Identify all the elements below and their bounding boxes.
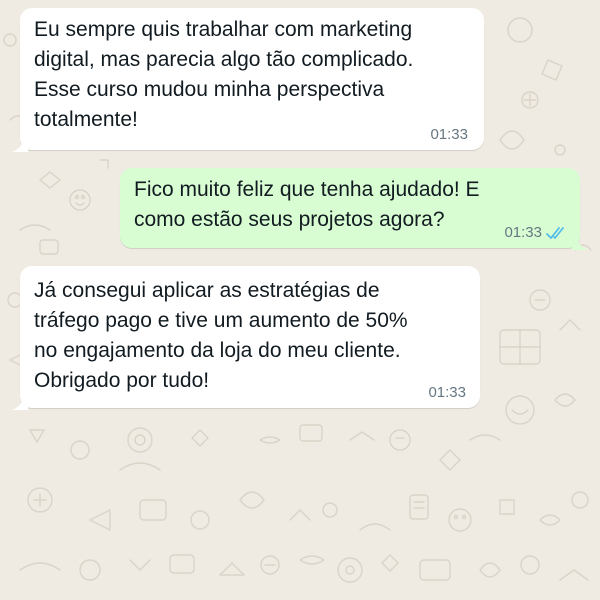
bubble-tail-icon [572,236,588,250]
message-meta: 01:33 [428,384,466,402]
message-text: Eu sempre quis trabalhar com marketing d… [34,18,414,131]
message-timestamp: 01:33 [504,224,542,241]
message-timestamp: 01:33 [430,126,468,143]
chat-conversation: Eu sempre quis trabalhar com marketing d… [0,0,600,600]
bubble-tail-icon [12,396,28,410]
message-meta: 01:33 [430,126,468,144]
message-text: Já consegui aplicar as estratégias de tr… [34,279,408,392]
incoming-message-bubble[interactable]: Eu sempre quis trabalhar com marketing d… [12,8,484,152]
incoming-message-bubble[interactable]: Já consegui aplicar as estratégias de tr… [12,266,480,410]
message-meta: 01:33 [504,224,568,242]
bubble-tail-icon [12,138,28,152]
double-check-read-icon [546,225,568,241]
message-text: Fico muito feliz que tenha ajudado! E co… [134,178,480,231]
outgoing-message-bubble[interactable]: Fico muito feliz que tenha ajudado! E co… [120,168,588,250]
message-timestamp: 01:33 [428,384,466,401]
